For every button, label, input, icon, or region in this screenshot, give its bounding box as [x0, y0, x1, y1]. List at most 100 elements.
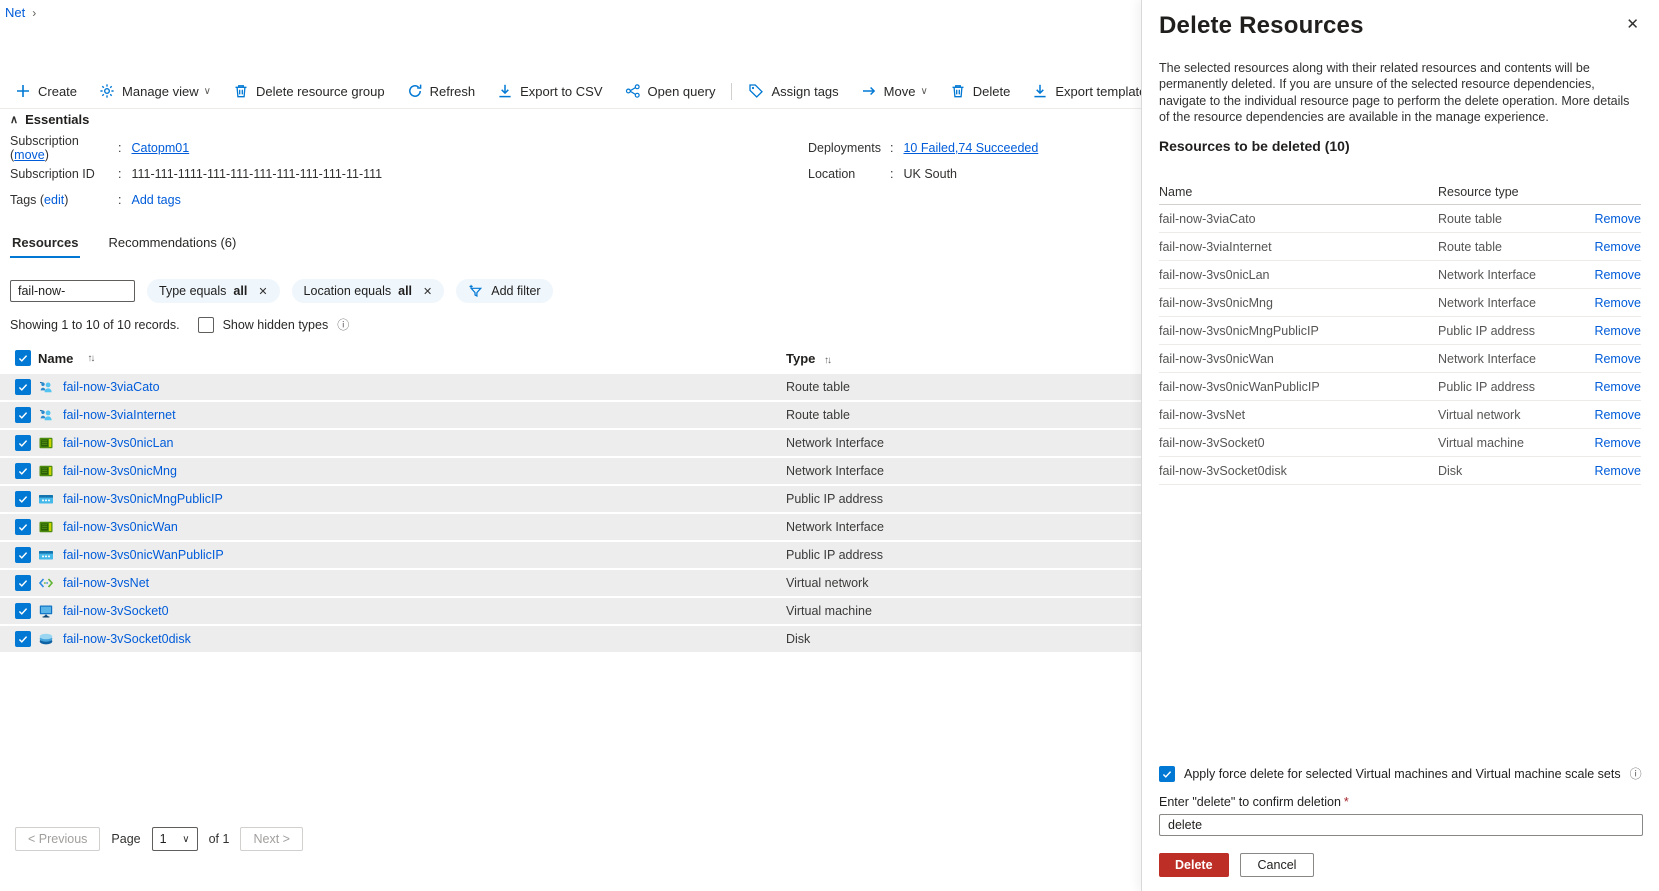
toolbar-item-open-query[interactable]: Open query: [614, 78, 727, 104]
row-checkbox[interactable]: [15, 575, 31, 591]
row-checkbox[interactable]: [15, 519, 31, 535]
disk-icon: [38, 631, 54, 647]
panel-row-name: fail-now-3viaInternet: [1159, 240, 1438, 254]
add-tags-link[interactable]: Add tags: [131, 193, 180, 207]
nic-icon: [38, 435, 54, 451]
panel-row-type: Virtual machine: [1438, 436, 1581, 450]
add-filter-button[interactable]: Add filter: [456, 279, 552, 303]
move-link[interactable]: move: [14, 148, 45, 162]
select-all-checkbox[interactable]: [15, 350, 31, 366]
previous-page-button[interactable]: < Previous: [15, 827, 100, 851]
confirm-deletion-input[interactable]: [1159, 814, 1643, 836]
resource-name-link[interactable]: fail-now-3vs0nicWanPublicIP: [63, 548, 224, 562]
table-row[interactable]: fail-now-3vsNet Virtual network: [0, 570, 1141, 596]
remove-link[interactable]: Remove: [1594, 240, 1641, 254]
toolbar-item-assign-tags[interactable]: Assign tags: [737, 78, 849, 104]
remove-link[interactable]: Remove: [1594, 436, 1641, 450]
resource-type: Virtual network: [786, 576, 1141, 590]
nic-icon: [38, 519, 54, 535]
table-row[interactable]: fail-now-3viaInternetRoute table: [0, 402, 1141, 428]
table-row[interactable]: fail-now-3vSocket0Virtual machine: [0, 598, 1141, 624]
toolbar-item-export-template[interactable]: Export template: [1021, 78, 1157, 104]
tab-resources[interactable]: Resources: [10, 233, 80, 258]
resource-type: Network Interface: [786, 436, 1141, 450]
resource-name-link[interactable]: fail-now-3vSocket0: [63, 604, 169, 618]
type-column-header[interactable]: Type: [786, 351, 815, 366]
toolbar-item-delete-resource-group[interactable]: Delete resource group: [222, 78, 396, 104]
sort-icon[interactable]: ↑↓: [87, 353, 93, 364]
toolbar-item-refresh[interactable]: Refresh: [396, 78, 487, 104]
panel-footer: Apply force delete for selected Virtual …: [1159, 765, 1643, 877]
tag-icon: [748, 83, 764, 99]
close-icon[interactable]: ✕: [423, 285, 432, 298]
toolbar-item-create[interactable]: Create: [4, 78, 88, 104]
resource-type: Network Interface: [786, 464, 1141, 478]
name-column-header[interactable]: Name: [38, 351, 73, 366]
toolbar-item-delete[interactable]: Delete: [939, 78, 1022, 104]
subscription-value-link[interactable]: Catopm01: [131, 141, 189, 155]
table-row[interactable]: fail-now-3vs0nicMngPublicIPPublic IP add…: [0, 486, 1141, 512]
remove-link[interactable]: Remove: [1594, 296, 1641, 310]
chevron-down-icon: ∨: [182, 834, 189, 845]
breadcrumb-link[interactable]: Net: [5, 5, 25, 20]
table-row[interactable]: fail-now-3vs0nicLan Network Interface: [0, 430, 1141, 456]
remove-link[interactable]: Remove: [1594, 212, 1641, 226]
resource-name-link[interactable]: fail-now-3viaInternet: [63, 408, 176, 422]
essentials-collapse-header[interactable]: ∧ Essentials: [10, 112, 1130, 127]
toolbar-item-manage-view[interactable]: Manage view∨: [88, 78, 222, 104]
row-checkbox[interactable]: [15, 603, 31, 619]
resource-name-link[interactable]: fail-now-3vs0nicMngPublicIP: [63, 492, 223, 506]
table-row[interactable]: fail-now-3vSocket0diskDisk: [0, 626, 1141, 652]
table-row[interactable]: fail-now-3vs0nicMng Network Interface: [0, 458, 1141, 484]
cancel-button[interactable]: Cancel: [1240, 853, 1315, 877]
next-page-button[interactable]: Next >: [240, 827, 302, 851]
arrow-right-icon: [861, 83, 877, 99]
essentials-deployments-row: Deployments : 10 Failed,74 Succeeded: [808, 135, 1038, 161]
chevron-up-icon: ∧: [10, 113, 18, 126]
row-checkbox[interactable]: [15, 407, 31, 423]
row-checkbox[interactable]: [15, 379, 31, 395]
edit-tags-link[interactable]: edit: [44, 193, 64, 207]
panel-row-name: fail-now-3vs0nicWan: [1159, 352, 1438, 366]
remove-link[interactable]: Remove: [1594, 464, 1641, 478]
remove-link[interactable]: Remove: [1594, 408, 1641, 422]
row-checkbox[interactable]: [15, 435, 31, 451]
delete-resources-panel: Delete Resources ✕ The selected resource…: [1141, 0, 1659, 891]
row-checkbox[interactable]: [15, 463, 31, 479]
remove-link[interactable]: Remove: [1594, 380, 1641, 394]
resource-name-link[interactable]: fail-now-3vSocket0disk: [63, 632, 191, 646]
table-row[interactable]: fail-now-3vs0nicWanNetwork Interface: [0, 514, 1141, 540]
deployments-link[interactable]: 10 Failed,74 Succeeded: [903, 141, 1038, 155]
row-checkbox[interactable]: [15, 491, 31, 507]
toolbar-item-export-to-csv[interactable]: Export to CSV: [486, 78, 613, 104]
page-select[interactable]: 1 ∨: [152, 827, 198, 851]
info-icon[interactable]: ⓘ: [1630, 765, 1642, 782]
resource-name-link[interactable]: fail-now-3viaCato: [63, 380, 160, 394]
route-table-icon: [38, 407, 54, 423]
toolbar-item-label: Move: [884, 84, 916, 99]
close-icon[interactable]: ✕: [258, 285, 267, 298]
sort-icon[interactable]: ↑↓: [824, 355, 830, 366]
remove-link[interactable]: Remove: [1594, 352, 1641, 366]
table-row[interactable]: fail-now-3viaCatoRoute table: [0, 374, 1141, 400]
info-icon[interactable]: ⓘ: [337, 316, 349, 333]
tab-recommendations[interactable]: Recommendations (6): [106, 233, 238, 258]
filter-pill-location[interactable]: Location equals all ✕: [292, 279, 445, 303]
remove-link[interactable]: Remove: [1594, 324, 1641, 338]
resource-name-link[interactable]: fail-now-3vs0nicLan: [63, 436, 173, 450]
delete-button[interactable]: Delete: [1159, 853, 1229, 877]
remove-link[interactable]: Remove: [1594, 268, 1641, 282]
toolbar-item-move[interactable]: Move∨: [850, 78, 939, 104]
table-row[interactable]: fail-now-3vs0nicWanPublicIPPublic IP add…: [0, 542, 1141, 568]
filter-search-input[interactable]: [10, 280, 135, 302]
resource-name-link[interactable]: fail-now-3vsNet: [63, 576, 149, 590]
show-hidden-types-checkbox[interactable]: [198, 317, 214, 333]
row-checkbox[interactable]: [15, 631, 31, 647]
row-checkbox[interactable]: [15, 547, 31, 563]
panel-row-name: fail-now-3vs0nicMng: [1159, 296, 1438, 310]
force-delete-checkbox[interactable]: [1159, 766, 1175, 782]
filter-pill-type[interactable]: Type equals all ✕: [147, 279, 280, 303]
resource-name-link[interactable]: fail-now-3vs0nicWan: [63, 520, 178, 534]
resource-name-link[interactable]: fail-now-3vs0nicMng: [63, 464, 177, 478]
close-icon[interactable]: ✕: [1626, 15, 1639, 33]
